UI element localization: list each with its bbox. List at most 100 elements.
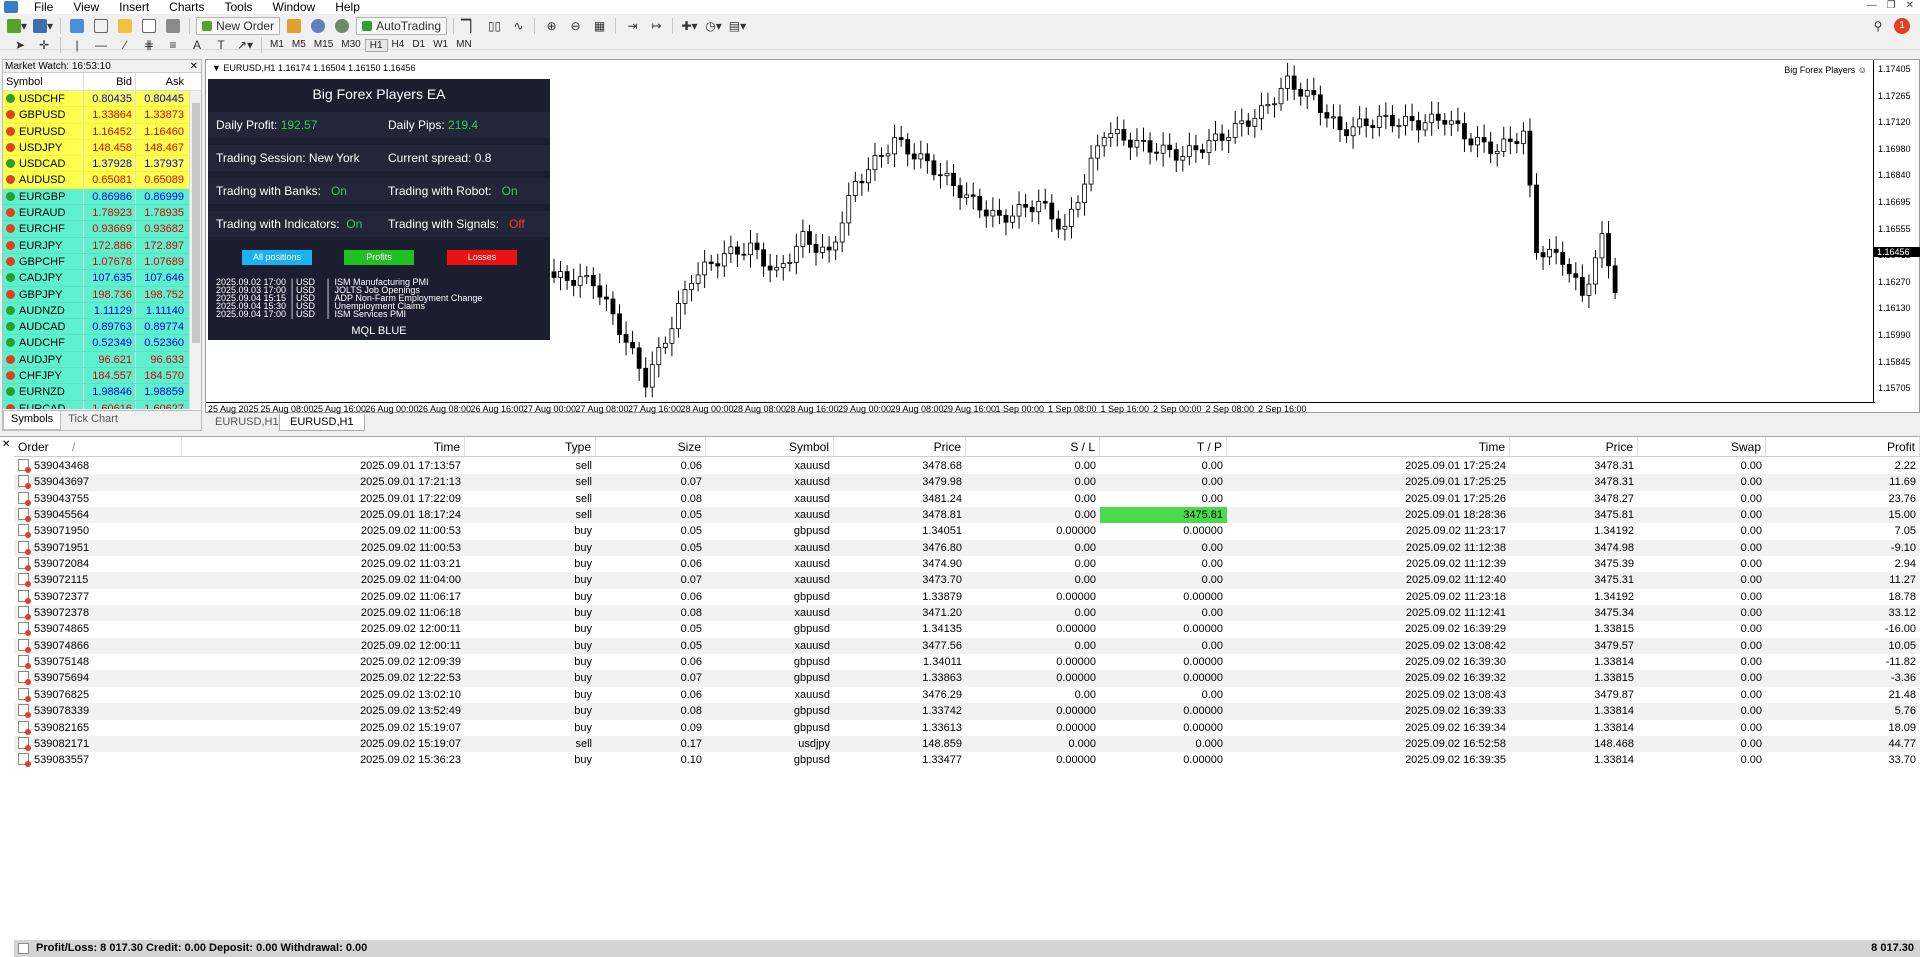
losses-button[interactable]: Losses [447, 250, 517, 265]
market-watch-row[interactable]: GBPCHF 1.07678 1.07689 [3, 253, 201, 271]
type-column-header[interactable]: Type [465, 437, 596, 456]
zoom-out-icon[interactable]: ⊖ [565, 17, 585, 35]
table-row[interactable]: 539076825 2025.09.02 13:02:10 buy 0.06 xauus… [14, 686, 1920, 704]
profits-button[interactable]: Profits [344, 250, 414, 265]
table-row[interactable]: 539071951 2025.09.02 11:00:53 buy 0.05 xauus… [14, 539, 1920, 557]
menu-charts[interactable]: Charts [159, 0, 214, 14]
table-row[interactable]: 539072084 2025.09.02 11:03:21 buy 0.06 xauus… [14, 556, 1920, 573]
terminal-icon[interactable] [139, 17, 159, 35]
market-watch-row[interactable]: EURUSD 1.16452 1.16460 [3, 123, 201, 140]
market-watch-row[interactable]: USDCHF 0.80435 0.80445 [3, 91, 201, 108]
table-row[interactable]: 539075694 2025.09.02 12:22:53 buy 0.07 gbpus… [14, 670, 1920, 687]
table-row[interactable]: 539074865 2025.09.02 12:00:11 buy 0.05 gbpus… [14, 621, 1920, 638]
menu-view[interactable]: View [63, 0, 109, 14]
market-watch-row[interactable]: USDJPY 148.458 148.467 [3, 139, 201, 157]
menu-window[interactable]: Window [263, 0, 326, 14]
tp-column-header[interactable]: T / P [1100, 437, 1227, 456]
symbol-column-header[interactable]: Symbol [706, 437, 834, 456]
timeframe-m30[interactable]: M30 [337, 39, 364, 52]
timeframe-h4[interactable]: H4 [388, 39, 409, 52]
close-icon[interactable]: ✕ [190, 60, 198, 73]
market-watch-row[interactable]: EURAUD 1.78923 1.78935 [3, 205, 201, 222]
templates-icon[interactable]: ▤▾ [727, 17, 747, 35]
market-watch-row[interactable]: EURJPY 172.886 172.897 [3, 237, 201, 254]
arrows-icon[interactable]: ↗▾ [235, 36, 255, 54]
signals-icon[interactable] [308, 17, 328, 35]
search-icon[interactable]: ⚲ [1868, 17, 1888, 35]
table-row[interactable]: 539078339 2025.09.02 13:52:49 buy 0.08 gbpus… [14, 703, 1920, 720]
market-watch-row[interactable]: GBPUSD 1.33864 1.33873 [3, 107, 201, 124]
timeframe-m1[interactable]: M1 [266, 39, 288, 52]
size-column-header[interactable]: Size [596, 437, 706, 456]
table-row[interactable]: 539074866 2025.09.02 12:00:11 buy 0.05 xauus… [14, 637, 1920, 655]
new-chart-button[interactable]: ▾ [6, 17, 28, 35]
metaeditor-icon[interactable] [284, 17, 304, 35]
market-watch-row[interactable]: AUDJPY 96.621 96.633 [3, 351, 201, 369]
trendline-icon[interactable]: ∕ [115, 36, 135, 54]
time-axis[interactable]: 25 Aug 2025 25 Aug 08:00 25 Aug 16:00 26 Au… [206, 402, 1875, 414]
menu-insert[interactable]: Insert [109, 0, 159, 14]
timeframe-m5[interactable]: M5 [288, 39, 310, 52]
tab-chart-1[interactable]: EURUSD,H1 [205, 414, 289, 431]
chart-window[interactable]: ▼ EURUSD,H1 1.16174 1.16504 1.16150 1.16… [205, 59, 1920, 414]
table-row[interactable]: 539082171 2025.09.02 15:19:07 sell 0.17 usdj… [14, 735, 1920, 753]
line-chart-icon[interactable]: ∿ [508, 17, 528, 35]
strategy-tester-icon[interactable] [163, 17, 183, 35]
symbol-column-header[interactable]: Symbol [3, 73, 83, 90]
candlestick-icon[interactable]: ▯▯ [484, 17, 504, 35]
tab-symbols[interactable]: Symbols [3, 411, 62, 430]
channel-icon[interactable]: ⋕ [139, 36, 159, 54]
profiles-button[interactable]: ▾ [32, 17, 54, 35]
navigator-icon[interactable] [115, 17, 135, 35]
all-positions-button[interactable]: All positions [242, 250, 312, 265]
profit-column-header[interactable]: Profit [1766, 437, 1920, 456]
restore-icon[interactable]: ❐ [1887, 0, 1896, 11]
market-watch-row[interactable]: AUDNZD 1.11129 1.11140 [3, 302, 201, 320]
notifications-icon[interactable]: 1 [1892, 17, 1912, 35]
timeframe-w1[interactable]: W1 [429, 39, 452, 52]
market-watch-row[interactable]: EURCHF 0.93669 0.93682 [3, 221, 201, 238]
timeframe-mn[interactable]: MN [452, 39, 476, 52]
market-watch-row[interactable]: AUDCHF 0.52349 0.52360 [3, 335, 201, 352]
crosshair-icon[interactable]: ✛ [34, 36, 54, 54]
menu-tools[interactable]: Tools [215, 0, 263, 14]
table-row[interactable]: 539083557 2025.09.02 15:36:23 buy 0.10 gbpus… [14, 752, 1920, 769]
table-row[interactable]: 539043755 2025.09.01 17:22:09 sell 0.08 xauu… [14, 490, 1920, 508]
market-watch-row[interactable]: EURNZD 1.98846 1.98859 [3, 384, 201, 401]
close-price-column-header[interactable]: Price [1510, 437, 1638, 456]
table-row[interactable]: 539071950 2025.09.02 11:00:53 buy 0.05 gbpus… [14, 523, 1920, 540]
new-order-button[interactable]: New Order [196, 17, 281, 35]
ask-column-header[interactable]: Ask [135, 73, 187, 90]
cursor-icon[interactable]: ➤ [10, 36, 30, 54]
table-row[interactable]: 539082165 2025.09.02 15:19:07 buy 0.09 gbpus… [14, 719, 1920, 736]
table-row[interactable]: 539072115 2025.09.02 11:04:00 buy 0.07 xauus… [14, 572, 1920, 589]
market-watch-row[interactable]: AUDUSD 0.65081 0.65089 [3, 172, 201, 189]
timeframe-h1[interactable]: H1 [364, 38, 388, 52]
market-watch-row[interactable]: AUDCAD 0.89763 0.89774 [3, 319, 201, 336]
menu-help[interactable]: Help [325, 0, 370, 14]
close-icon[interactable]: ✕ [1906, 0, 1914, 11]
bar-chart-icon[interactable]: ▔▏ [460, 17, 480, 35]
price-column-header[interactable]: Price [834, 437, 966, 456]
market-watch-icon[interactable] [67, 17, 87, 35]
market-watch-scrollbar[interactable] [189, 91, 201, 409]
market-watch-row[interactable]: USDCAD 1.37928 1.37937 [3, 156, 201, 173]
table-row[interactable]: 539072377 2025.09.02 11:06:17 buy 0.06 gbpus… [14, 588, 1920, 606]
data-window-icon[interactable] [91, 17, 111, 35]
order-column-header[interactable]: Order / [14, 437, 182, 456]
market-watch-row[interactable]: CADJPY 107.635 107.646 [3, 270, 201, 287]
vertical-line-icon[interactable]: | [67, 36, 87, 54]
chart-shift-icon[interactable]: ↦ [646, 17, 666, 35]
market-watch-row[interactable]: GBPJPY 198.736 198.752 [3, 286, 201, 303]
table-row[interactable]: 539045564 2025.09.01 18:17:24 sell 0.05 xauu… [14, 507, 1920, 524]
bid-column-header[interactable]: Bid [83, 73, 135, 90]
market-icon[interactable] [332, 17, 352, 35]
menu-file[interactable]: File [24, 0, 63, 14]
indicators-icon[interactable]: ✚▾ [679, 17, 699, 35]
autoscroll-icon[interactable]: ⇥ [622, 17, 642, 35]
close-time-column-header[interactable]: Time [1227, 437, 1510, 456]
tab-tick-chart[interactable]: Tick Chart [61, 411, 125, 430]
tile-windows-icon[interactable]: ▦ [589, 17, 609, 35]
table-row[interactable]: 539075148 2025.09.02 12:09:39 buy 0.06 gbpus… [14, 654, 1920, 671]
autotrading-button[interactable]: AutoTrading [356, 17, 448, 35]
